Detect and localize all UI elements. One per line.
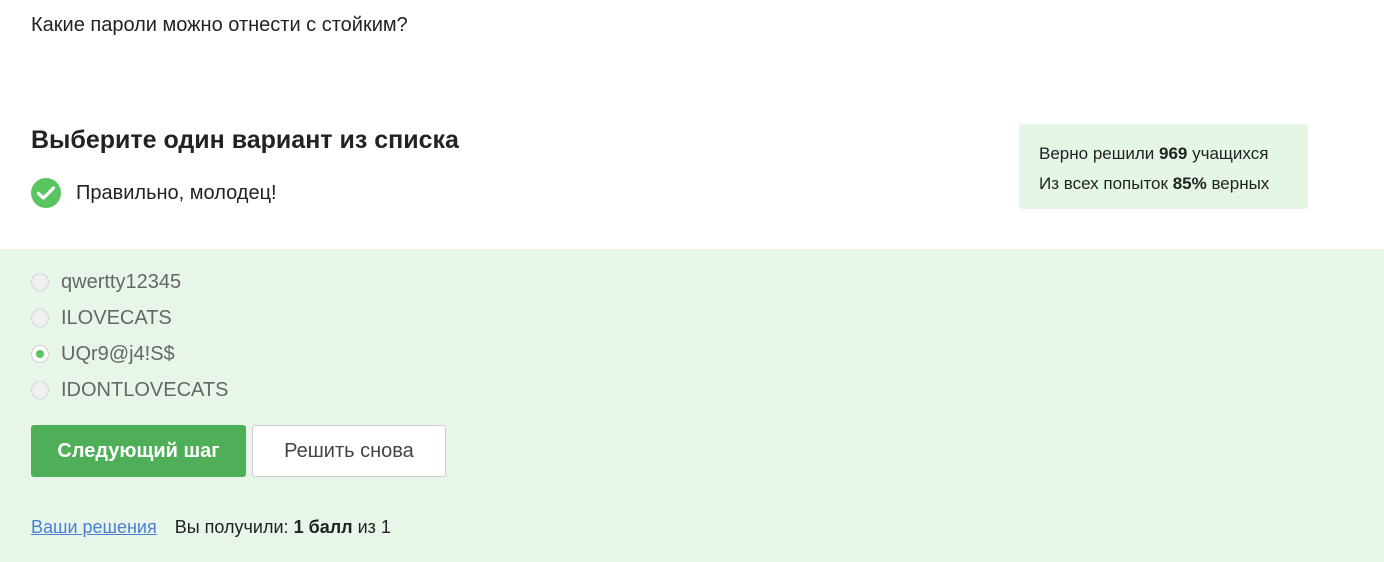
stats-solved-prefix: Верно решили — [1039, 144, 1155, 163]
radio-button[interactable] — [31, 273, 49, 291]
score-prefix: Вы получили: — [174, 517, 289, 537]
option-3[interactable]: UQr9@j4!S$ — [31, 342, 175, 366]
checkmark-circle-icon — [31, 178, 61, 208]
option-label: IDONTLOVECATS — [61, 378, 229, 401]
score-text: Вы получили: 1 балл из 1 — [175, 517, 391, 538]
feedback: Правильно, молодец! — [31, 178, 277, 208]
feedback-text: Правильно, молодец! — [76, 181, 277, 204]
stats-panel: Верно решили 969 учащихся Из всех попыто… — [1019, 124, 1308, 209]
footer: Ваши решения Вы получили: 1 балл из 1 — [31, 517, 391, 538]
stats-attempts-line: Из всех попыток 85% верных — [1039, 169, 1288, 199]
option-label: qwertty12345 — [61, 270, 182, 293]
stats-solved-line: Верно решили 969 учащихся — [1039, 139, 1288, 169]
prompt-heading: Выберите один вариант из списка — [31, 126, 459, 154]
score-value: 1 балл — [293, 517, 353, 537]
your-solutions-link[interactable]: Ваши решения — [31, 517, 157, 538]
option-1[interactable]: qwertty12345 — [31, 270, 181, 294]
question-text: Какие пароли можно отнести с стойким? — [31, 14, 408, 36]
option-label: UQr9@j4!S$ — [61, 342, 175, 365]
radio-button[interactable] — [31, 309, 49, 327]
stats-solved-count: 969 — [1159, 144, 1188, 163]
next-step-button[interactable]: Следующий шаг — [31, 425, 246, 477]
radio-button[interactable] — [31, 381, 49, 399]
radio-button-selected[interactable] — [31, 345, 49, 363]
stats-solved-suffix: учащихся — [1192, 144, 1269, 163]
option-label: ILOVECATS — [61, 306, 172, 329]
option-2[interactable]: ILOVECATS — [31, 306, 172, 330]
stats-attempts-suffix: верных — [1211, 174, 1270, 193]
retry-button[interactable]: Решить снова — [252, 425, 446, 477]
answer-area: qwertty12345 ILOVECATS UQr9@j4!S$ IDONTL… — [0, 249, 1384, 562]
option-4[interactable]: IDONTLOVECATS — [31, 378, 228, 402]
stats-attempts-percent: 85% — [1172, 174, 1207, 193]
radio-selected-dot — [36, 350, 44, 358]
score-suffix: из 1 — [357, 517, 391, 537]
stats-attempts-prefix: Из всех попыток — [1039, 174, 1168, 193]
